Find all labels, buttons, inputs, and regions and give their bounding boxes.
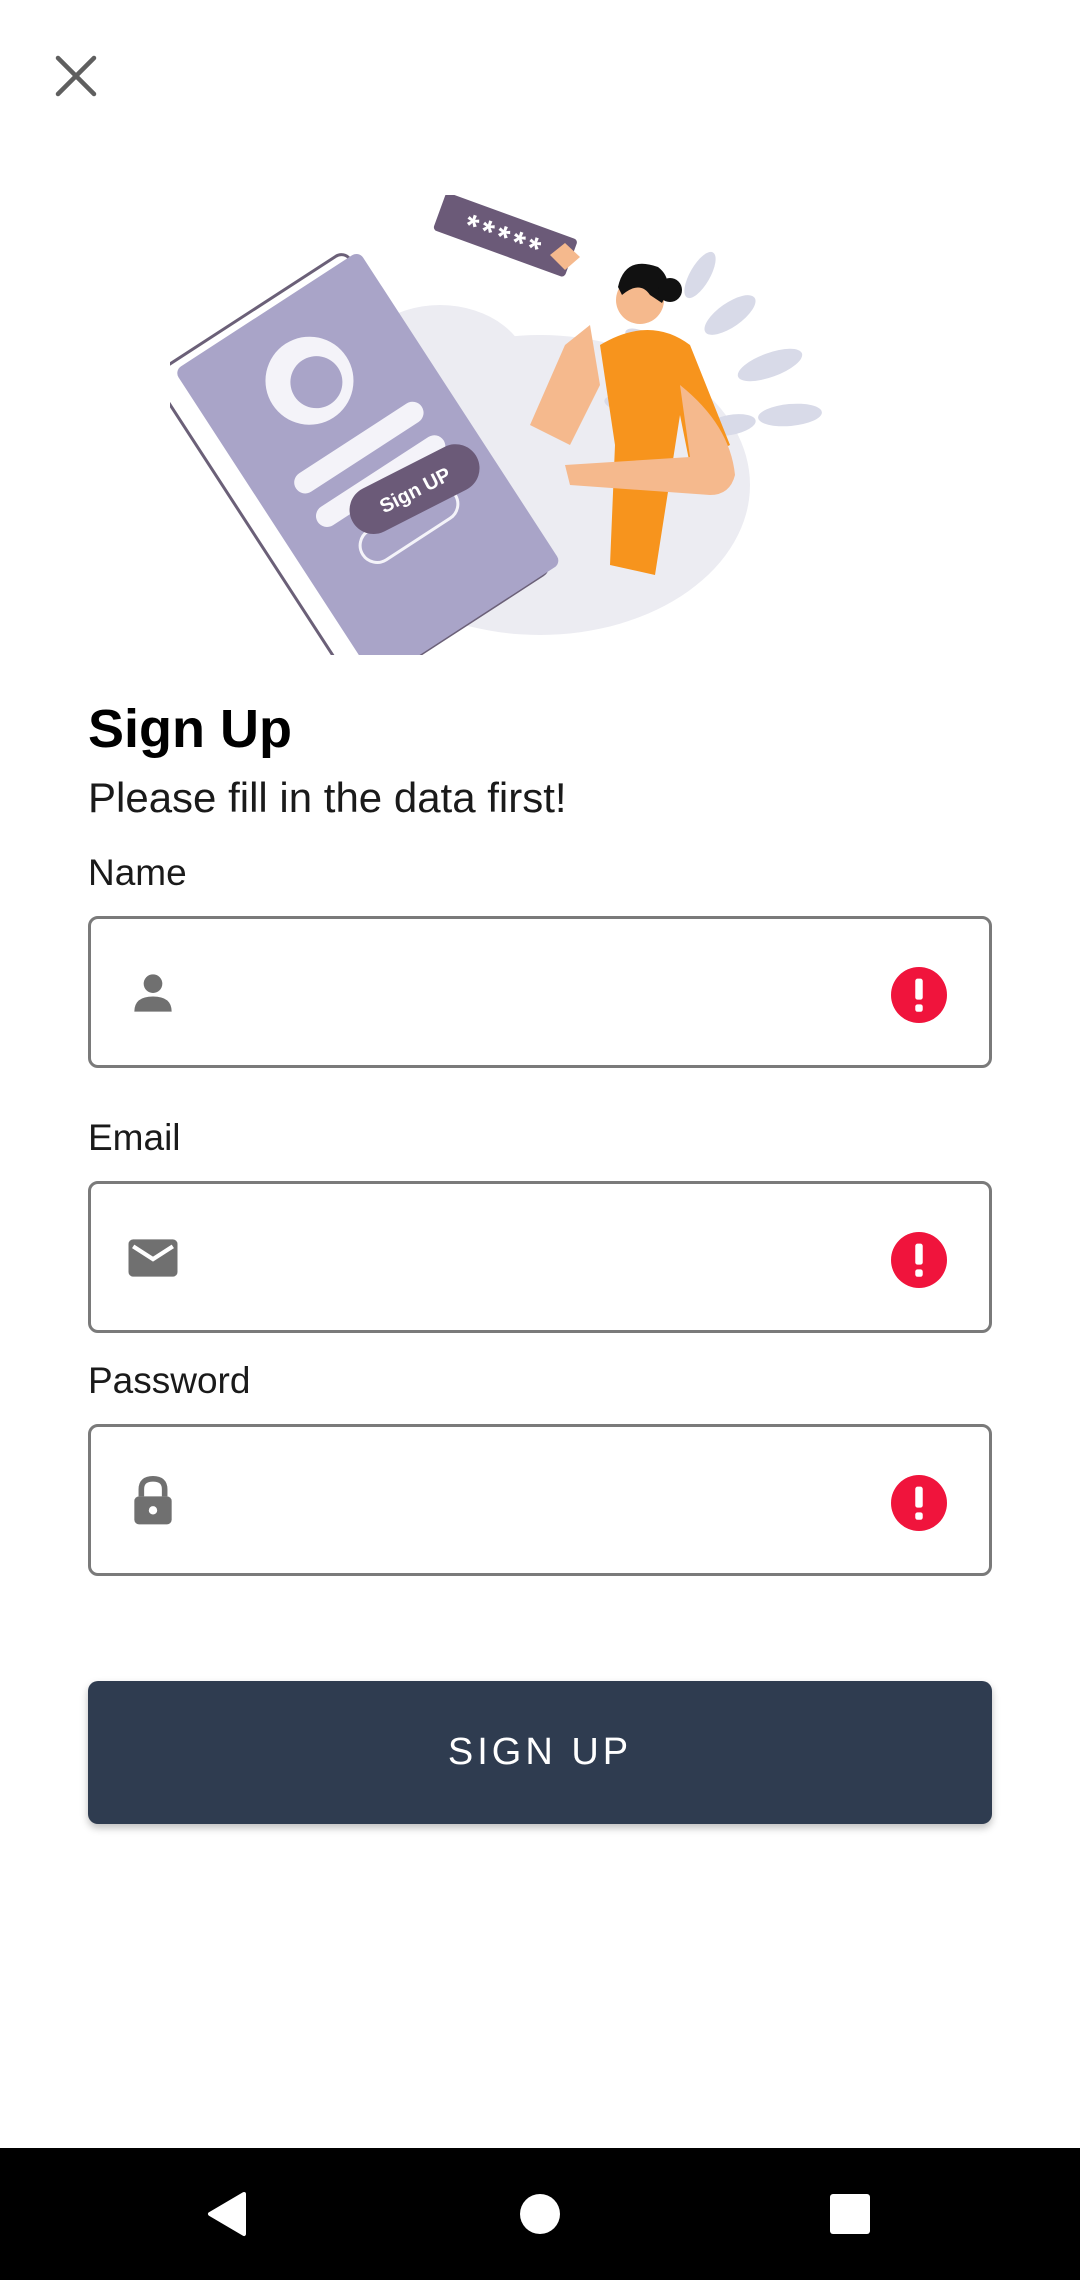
close-button[interactable] bbox=[44, 44, 108, 108]
password-field[interactable] bbox=[88, 1424, 992, 1576]
back-icon bbox=[208, 2192, 246, 2236]
name-label: Name bbox=[88, 852, 187, 893]
password-input[interactable] bbox=[211, 1447, 855, 1557]
mail-icon bbox=[128, 1239, 178, 1277]
nav-home-button[interactable] bbox=[504, 2178, 576, 2250]
home-icon bbox=[520, 2194, 560, 2234]
email-label: Email bbox=[88, 1117, 181, 1158]
error-icon bbox=[891, 967, 947, 1023]
email-field[interactable] bbox=[88, 1181, 992, 1333]
page-title: Sign Up bbox=[88, 699, 292, 759]
close-icon bbox=[55, 55, 97, 97]
name-input[interactable] bbox=[211, 939, 855, 1049]
error-icon bbox=[891, 1475, 947, 1531]
person-icon bbox=[134, 974, 172, 1012]
system-navigation-bar bbox=[0, 2148, 1080, 2280]
signup-button[interactable]: SIGN UP bbox=[88, 1681, 992, 1824]
name-field[interactable] bbox=[88, 916, 992, 1068]
page-subtitle: Please fill in the data first! bbox=[88, 774, 567, 821]
error-icon bbox=[891, 1232, 947, 1288]
email-input[interactable] bbox=[211, 1204, 855, 1314]
lock-icon bbox=[134, 1476, 172, 1525]
signup-illustration: Sign UP ***** bbox=[170, 195, 822, 655]
signup-button-label: SIGN UP bbox=[447, 1731, 633, 1773]
recents-icon bbox=[830, 2194, 870, 2234]
password-label: Password bbox=[88, 1360, 251, 1401]
nav-back-button[interactable] bbox=[190, 2178, 262, 2250]
nav-recents-button[interactable] bbox=[814, 2178, 886, 2250]
